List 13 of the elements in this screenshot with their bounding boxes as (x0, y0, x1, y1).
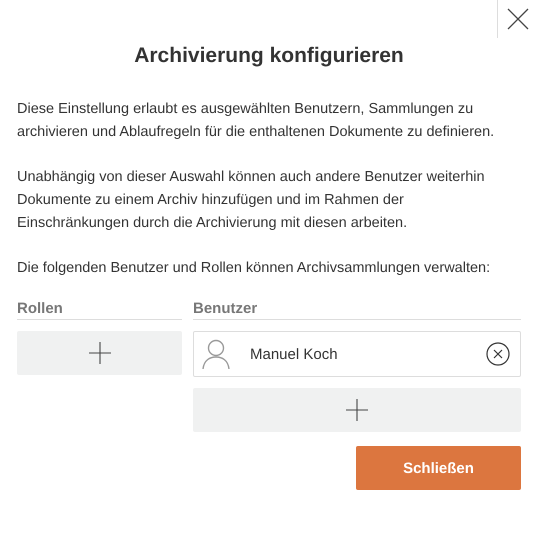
person-icon (202, 339, 230, 369)
plus-icon (88, 342, 110, 364)
dialog-title: Archivierung konfigurieren (133, 44, 405, 68)
description-text: Unabhängig von dieser Auswahl können auch andere Benutzer weiterhin Dokumente zu einem Archiv hinzufügen und im Rahmen der Einschränkungen durch die Archivierung mit diesen arbeiten. (17, 168, 486, 233)
description-text: Die folgenden Benutzer und Rollen können Archivsammlungen verwalten: (17, 259, 492, 278)
plus-icon (346, 399, 368, 421)
remove-icon[interactable] (486, 342, 510, 366)
column-heading: Rollen (17, 300, 182, 320)
user-name: Manuel Koch (250, 346, 339, 362)
close-icon[interactable] (506, 8, 528, 30)
description-text: Diese Einstellung erlaubt es ausgewählten Benutzern, Sammlungen zu archivieren und Ablaufregeln für die enthaltenen Dokumente zu definieren. (17, 100, 496, 142)
close-button[interactable]: Schließen (356, 446, 521, 490)
column-heading: Benutzer (193, 300, 521, 320)
